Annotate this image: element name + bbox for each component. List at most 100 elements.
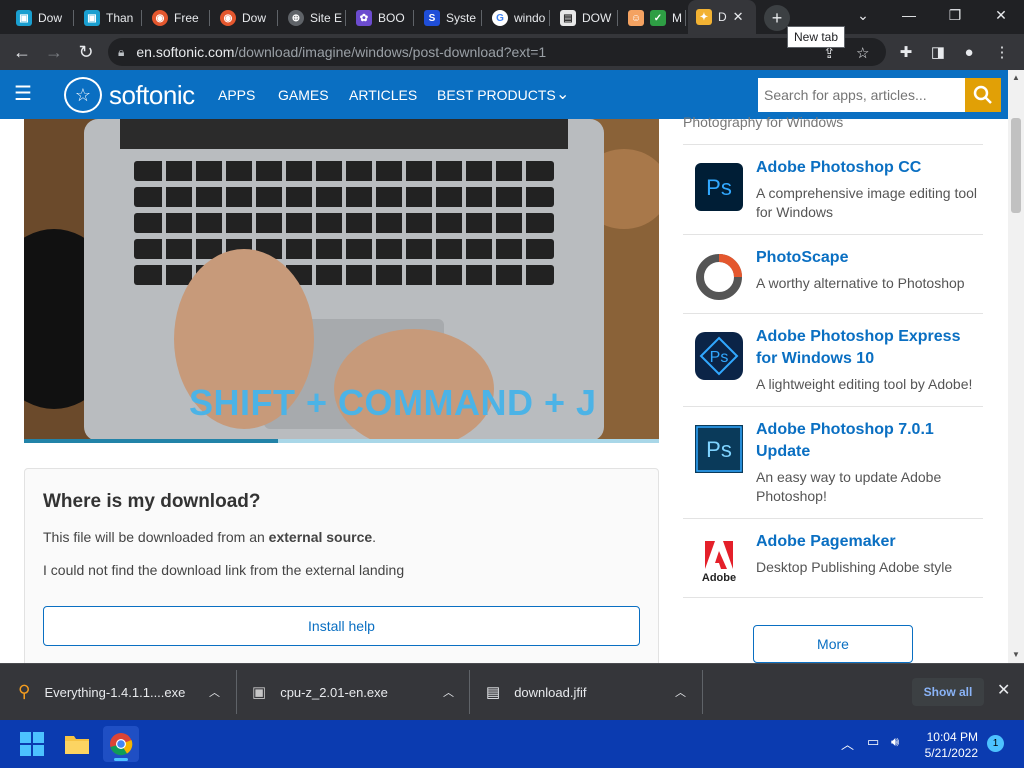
url-host: en.softonic.com: [136, 44, 235, 60]
adobe-pagemaker-icon: Adobe: [695, 537, 743, 585]
hamburger-menu-icon[interactable]: ☰: [14, 84, 34, 104]
close-tab-icon[interactable]: ✕: [733, 9, 744, 25]
app-name[interactable]: Adobe Photoshop Express for Windows 10: [756, 326, 983, 370]
chevron-up-icon[interactable]: ︿: [209, 684, 220, 700]
page-scrollbar[interactable]: ▲ ▼: [1008, 70, 1024, 663]
list-item[interactable]: Ps Adobe Photoshop 7.0.1 Update An easy w…: [683, 406, 983, 518]
download-item[interactable]: ⚲ Everything-1.4.1.1....exe ︿: [18, 672, 220, 712]
search-file-icon: ⚲: [18, 682, 31, 701]
site-favicon-icon: ▣: [84, 10, 100, 26]
avatar-favicon-icon: ☺: [628, 10, 644, 26]
nav-best-products[interactable]: BEST PRODUCTS: [437, 87, 556, 103]
tab-title: Dow: [242, 11, 267, 25]
chevron-up-icon[interactable]: ︿: [675, 684, 686, 700]
browser-tab[interactable]: ◉ Dow: [212, 6, 278, 30]
svg-text:Ps: Ps: [706, 437, 732, 462]
address-bar[interactable]: 🔒︎ en.softonic.com/download/imagine/wind…: [108, 38, 886, 66]
close-window-icon[interactable]: ✕: [978, 0, 1024, 30]
download-card-title: Where is my download?: [43, 491, 261, 512]
bookmark-star-icon[interactable]: ☆: [856, 44, 869, 62]
app-name[interactable]: Adobe Pagemaker: [756, 531, 952, 553]
download-item[interactable]: ▤ download.jfif ︿: [486, 672, 686, 712]
download-info-card: Where is my download? This file will be …: [24, 468, 659, 663]
search-input[interactable]: [758, 78, 966, 112]
system-clock[interactable]: 10:04 PM 5/21/2022: [916, 729, 978, 761]
related-apps-list: Ps Adobe Photoshop CC A comprehensive ima…: [683, 144, 983, 598]
restore-icon[interactable]: ❐: [932, 0, 978, 30]
tab-title: M: [672, 11, 682, 25]
browser-tab[interactable]: ✿ BOO: [348, 6, 414, 30]
more-button[interactable]: More: [753, 625, 913, 663]
file-explorer-button[interactable]: [59, 726, 95, 762]
site-favicon-icon: ✿: [356, 10, 372, 26]
search-icon: [973, 85, 992, 104]
app-name[interactable]: Adobe Photoshop 7.0.1 Update: [756, 419, 983, 463]
minimize-icon[interactable]: —: [886, 0, 932, 30]
browser-tab[interactable]: ▣ Dow: [8, 6, 74, 30]
photoshop-express-icon: Ps: [695, 332, 743, 380]
browser-tab[interactable]: S Syste: [416, 6, 482, 30]
tab-search-icon[interactable]: ⌄: [840, 0, 886, 30]
extensions-icon[interactable]: ✚: [894, 40, 918, 64]
forward-icon[interactable]: →: [42, 40, 66, 64]
volume-icon[interactable]: 🔊︎: [891, 734, 899, 750]
install-help-button[interactable]: Install help: [43, 606, 640, 646]
close-shelf-icon[interactable]: ✕: [997, 680, 1010, 700]
app-description: A comprehensive image editing tool for W…: [756, 185, 978, 220]
google-icon: G: [492, 10, 508, 26]
browser-tab-active[interactable]: ✦ D ✕: [688, 0, 756, 34]
search-button[interactable]: [965, 78, 1001, 112]
list-item[interactable]: PhotoScape A worthy alternative to Photos…: [683, 234, 983, 313]
app-description: An easy way to update Adobe Photoshop!: [756, 469, 942, 504]
tab-title: D: [718, 10, 727, 24]
folder-icon: [65, 736, 89, 754]
nav-games[interactable]: GAMES: [278, 87, 329, 103]
browser-tab[interactable]: G windo: [484, 6, 550, 30]
tab-title: DOW: [582, 11, 612, 25]
download-filename: cpu-z_2.01-en.exe: [280, 684, 388, 700]
app-description: A worthy alternative to Photoshop: [756, 275, 965, 291]
sidebar-category-text: Photography for Windows: [683, 114, 844, 130]
show-all-button[interactable]: Show all: [912, 678, 984, 706]
app-name[interactable]: PhotoScape: [756, 247, 965, 269]
start-button[interactable]: [14, 726, 50, 762]
downloads-shelf: ⚲ Everything-1.4.1.1....exe ︿ ▣ cpu-z_2.…: [0, 663, 1024, 720]
chevron-up-tray-icon[interactable]: ︿: [841, 734, 854, 753]
globe-icon: ⊕: [288, 10, 304, 26]
scrollbar-thumb[interactable]: [1011, 118, 1021, 213]
side-panel-icon[interactable]: ◨: [926, 40, 950, 64]
scroll-up-icon[interactable]: ▲: [1012, 73, 1020, 82]
site-favicon-icon: ◉: [152, 10, 168, 26]
chevron-up-icon[interactable]: ︿: [443, 684, 454, 700]
reload-icon[interactable]: ↻: [74, 40, 98, 64]
browser-tab[interactable]: ◉ Free: [144, 6, 210, 30]
notification-badge[interactable]: 1: [987, 735, 1004, 752]
back-icon[interactable]: ←: [10, 40, 34, 64]
video-progress-fill: [24, 439, 278, 443]
chrome-taskbar-button[interactable]: [103, 726, 139, 762]
profile-avatar-icon[interactable]: ●: [957, 40, 981, 64]
app-name[interactable]: Adobe Photoshop CC: [756, 157, 983, 179]
browser-tab[interactable]: ▣ Than: [76, 6, 142, 30]
download-filename: download.jfif: [514, 684, 587, 700]
browser-tab[interactable]: ☺ ✓ M: [620, 6, 686, 30]
photoshop-7-icon: Ps: [695, 425, 743, 473]
video-progress-bar[interactable]: [24, 439, 659, 443]
list-item[interactable]: Ps Adobe Photoshop CC A comprehensive ima…: [683, 144, 983, 234]
tab-title: Site E: [310, 11, 343, 25]
scroll-down-icon[interactable]: ▼: [1012, 650, 1020, 659]
nav-articles[interactable]: ARTICLES: [349, 87, 417, 103]
hero-video[interactable]: SHIFT + COMMAND + J: [24, 119, 659, 441]
list-item[interactable]: Adobe Adobe Pagemaker Desktop Publishing …: [683, 518, 983, 598]
browser-tab[interactable]: ⊕ Site E: [280, 6, 346, 30]
list-item[interactable]: Ps Adobe Photoshop Express for Windows 1…: [683, 313, 983, 406]
network-icon[interactable]: ▭: [867, 734, 879, 750]
browser-tab[interactable]: ▤ DOW: [552, 6, 618, 30]
menu-kebab-icon[interactable]: ⋮: [990, 40, 1014, 64]
photoscape-icon: [696, 254, 742, 300]
softonic-logo[interactable]: ☆ softonic: [64, 77, 195, 113]
softonic-favicon-icon: ✦: [696, 9, 712, 25]
chevron-down-icon[interactable]: ⌄: [556, 84, 569, 104]
download-item[interactable]: ▣ cpu-z_2.01-en.exe ︿: [252, 672, 454, 712]
nav-apps[interactable]: APPS: [218, 87, 255, 103]
